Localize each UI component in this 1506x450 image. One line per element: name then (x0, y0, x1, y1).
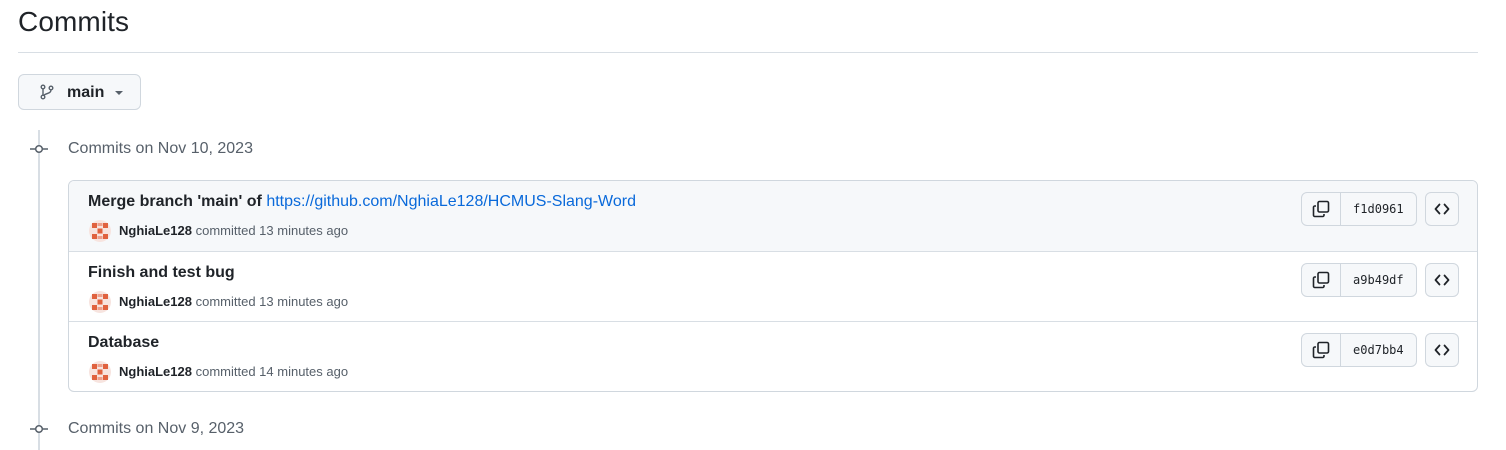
commit-message[interactable]: Database (88, 334, 159, 352)
copy-icon (1312, 200, 1330, 218)
identicon-avatar[interactable] (89, 220, 111, 242)
commits-page: Commits main Commits on Nov 10, 2023 Mer… (0, 0, 1506, 450)
triangle-down-icon (115, 91, 123, 95)
commit-meta: NghiaLe128 committed 13 minutes ago (119, 294, 349, 309)
code-icon (1434, 274, 1450, 286)
commit-sha-group: a9b49df (1301, 263, 1417, 297)
commit-author-link[interactable]: NghiaLe128 (119, 223, 192, 238)
copy-icon (1312, 271, 1330, 289)
commit-time[interactable]: 13 minutes ago (259, 223, 348, 238)
git-commit-icon (30, 144, 48, 154)
commit-sha-link[interactable]: e0d7bb4 (1341, 334, 1416, 366)
timeline-line (38, 130, 40, 450)
commit-list: Merge branch 'main' of https://github.co… (68, 180, 1478, 392)
commit-group-heading: Commits on Nov 10, 2023 (68, 140, 253, 157)
commit-meta: NghiaLe128 committed 13 minutes ago (119, 223, 349, 238)
commit-row: Database NghiaLe128 committed 14 minutes… (69, 321, 1477, 391)
browse-repo-button[interactable] (1425, 333, 1459, 367)
commit-time[interactable]: 13 minutes ago (259, 294, 348, 309)
git-branch-icon (40, 84, 54, 100)
copy-sha-button[interactable] (1302, 193, 1341, 225)
copy-icon (1312, 341, 1330, 359)
git-commit-icon (30, 424, 48, 434)
code-icon (1434, 203, 1450, 215)
commit-time[interactable]: 14 minutes ago (259, 364, 348, 379)
commit-row: Merge branch 'main' of https://github.co… (69, 181, 1477, 251)
commit-message-link[interactable]: https://github.com/NghiaLe128/HCMUS-Slan… (266, 193, 636, 210)
commit-author-link[interactable]: NghiaLe128 (119, 364, 192, 379)
page-title: Commits (18, 6, 130, 37)
commit-sha-link[interactable]: f1d0961 (1341, 193, 1416, 225)
browse-repo-button[interactable] (1425, 192, 1459, 226)
branch-name: main (67, 84, 105, 101)
title-divider (18, 52, 1478, 53)
commit-author-link[interactable]: NghiaLe128 (119, 294, 192, 309)
branch-selector-button[interactable]: main (18, 74, 141, 110)
copy-sha-button[interactable] (1302, 264, 1341, 296)
code-icon (1434, 344, 1450, 356)
identicon-avatar[interactable] (89, 291, 111, 313)
commit-message[interactable]: Merge branch 'main' of https://github.co… (88, 193, 636, 211)
copy-sha-button[interactable] (1302, 334, 1341, 366)
identicon-avatar[interactable] (89, 361, 111, 383)
commit-row: Finish and test bug NghiaLe128 committed… (69, 251, 1477, 321)
commit-sha-group: f1d0961 (1301, 192, 1417, 226)
commit-sha-link[interactable]: a9b49df (1341, 264, 1416, 296)
commit-meta: NghiaLe128 committed 14 minutes ago (119, 364, 349, 379)
commit-group-heading: Commits on Nov 9, 2023 (68, 420, 245, 437)
browse-repo-button[interactable] (1425, 263, 1459, 297)
commit-sha-group: e0d7bb4 (1301, 333, 1417, 367)
commit-message[interactable]: Finish and test bug (88, 264, 235, 282)
